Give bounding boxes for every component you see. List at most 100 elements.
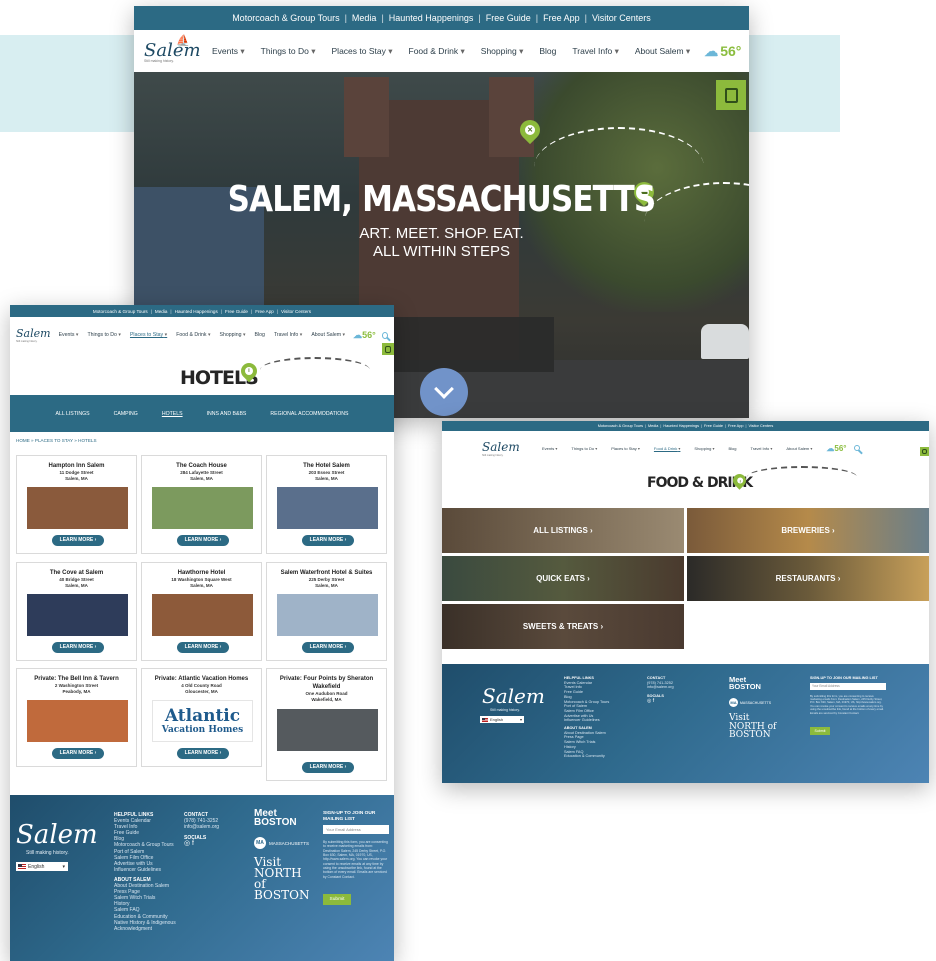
hotel-card[interactable]: Hawthorne Hotel 18 Washington Square West… — [141, 562, 262, 661]
meet-boston-logo[interactable]: Meet BOSTON — [729, 676, 779, 691]
top-link[interactable]: Free App — [728, 424, 743, 428]
hotel-photo[interactable] — [152, 487, 253, 529]
nav-food-drink[interactable]: Food & Drink ▾ — [176, 332, 210, 338]
subnav-camping[interactable]: CAMPING — [114, 411, 138, 417]
subnav-regional[interactable]: REGIONAL ACCOMMODATIONS — [270, 411, 348, 417]
massachusetts-logo[interactable]: MA MASSACHUSETTS — [729, 698, 771, 707]
hotel-name[interactable]: Hampton Inn Salem — [17, 462, 136, 470]
top-link[interactable]: Free App — [255, 309, 274, 314]
footer-link[interactable]: Native History & Indigenous — [114, 920, 176, 926]
hotel-card[interactable]: The Cove at Salem 40 Bridge Street Salem, … — [16, 562, 137, 661]
top-link[interactable]: Media — [352, 13, 377, 23]
footer-link[interactable]: Education & Community — [114, 914, 176, 920]
nav-about-salem[interactable]: About Salem ▾ — [311, 332, 345, 338]
tile-quick-eats[interactable]: QUICK EATS › — [442, 556, 684, 601]
nav-blog[interactable]: Blog — [255, 332, 265, 338]
footer-logo[interactable]: Salem Still making history. — [16, 820, 98, 856]
social-icons[interactable]: ◎ f — [184, 840, 219, 847]
visit-north-of-boston-logo[interactable]: Visit NORTH of BOSTON — [729, 714, 779, 740]
nav-food-drink[interactable]: Food & Drink ▾ — [409, 46, 465, 57]
hotel-name[interactable]: Private: Four Points by Sheraton Wakefie… — [267, 675, 386, 691]
tile-all-listings[interactable]: ALL LISTINGS › — [442, 508, 684, 553]
top-link[interactable]: Media — [155, 309, 168, 314]
nav-places-to-stay[interactable]: Places to Stay ▾ — [332, 46, 393, 57]
top-link[interactable]: Media — [648, 424, 658, 428]
learn-more-button[interactable]: LEARN MORE › — [52, 642, 104, 653]
nav-food-drink[interactable]: Food & Drink ▾ — [654, 446, 680, 451]
nav-travel-info[interactable]: Travel Info ▾ — [750, 446, 772, 451]
hotel-name[interactable]: Salem Waterfront Hotel & Suites — [267, 569, 386, 577]
nav-travel-info[interactable]: Travel Info ▾ — [274, 332, 302, 338]
language-select[interactable]: English ▾ — [16, 862, 68, 871]
learn-more-button[interactable]: LEARN MORE › — [302, 642, 354, 653]
hotel-name[interactable]: Hawthorne Hotel — [142, 569, 261, 577]
social-icons[interactable]: ◎ f — [647, 698, 674, 704]
hotel-photo[interactable] — [277, 487, 378, 529]
learn-more-button[interactable]: LEARN MORE › — [302, 762, 354, 773]
nav-events[interactable]: Events ▾ — [59, 332, 79, 338]
nav-blog[interactable]: Blog — [728, 446, 736, 451]
tile-breweries[interactable]: BREWERIES › — [687, 508, 929, 553]
footer-link[interactable]: Acknowledgment — [114, 926, 176, 932]
guide-icon[interactable] — [382, 343, 394, 355]
learn-more-button[interactable]: LEARN MORE › — [177, 642, 229, 653]
subnav-inns[interactable]: INNS AND B&BS — [207, 411, 247, 417]
guide-icon[interactable] — [920, 447, 929, 456]
salem-logo[interactable]: Salem ⛵ Still making history. — [144, 34, 201, 63]
hotel-card[interactable]: Private: The Bell Inn & Tavern 2 Washingt… — [16, 668, 137, 767]
subnav-all-listings[interactable]: ALL LISTINGS — [55, 411, 89, 417]
email-link[interactable]: info@salem.org — [184, 824, 219, 830]
visit-north-of-boston-logo[interactable]: Visit NORTH of BOSTON — [254, 856, 314, 901]
nav-things-to-do[interactable]: Things to Do ▾ — [571, 446, 597, 451]
massachusetts-logo[interactable]: MA MASSACHUSETTS — [254, 837, 309, 849]
nav-events[interactable]: Events ▾ — [212, 46, 245, 57]
nav-about-salem[interactable]: About Salem ▾ — [635, 46, 690, 57]
learn-more-button[interactable]: LEARN MORE › — [302, 535, 354, 546]
scroll-down-button[interactable] — [420, 368, 468, 416]
hotel-photo[interactable] — [277, 594, 378, 636]
nav-places-to-stay[interactable]: Places to Stay ▾ — [130, 332, 167, 338]
hotel-photo[interactable] — [27, 594, 128, 636]
footer-link[interactable]: Motorcoach & Group Tours — [114, 842, 176, 848]
hotel-name[interactable]: Private: Atlantic Vacation Homes — [142, 675, 261, 683]
submit-button[interactable]: Submit — [810, 726, 830, 735]
top-link[interactable]: Motorcoach & Group Tours — [232, 13, 339, 23]
nav-about-salem[interactable]: About Salem ▾ — [786, 446, 812, 451]
nav-shopping[interactable]: Shopping ▾ — [220, 332, 246, 338]
hotel-photo[interactable] — [27, 700, 128, 742]
nav-travel-info[interactable]: Travel Info ▾ — [572, 46, 619, 57]
nav-shopping[interactable]: Shopping ▾ — [694, 446, 714, 451]
hotel-photo[interactable] — [152, 594, 253, 636]
footer-link[interactable]: Education & Community — [564, 754, 609, 759]
submit-button[interactable]: Submit — [323, 893, 351, 905]
top-link[interactable]: Visitor Centers — [748, 424, 773, 428]
guide-icon[interactable] — [716, 80, 746, 110]
nav-blog[interactable]: Blog — [539, 46, 556, 56]
top-link[interactable]: Visitor Centers — [592, 13, 651, 23]
email-link[interactable]: info@salem.org — [647, 685, 674, 690]
hotel-card[interactable]: Salem Waterfront Hotel & Suites 225 Derby… — [266, 562, 387, 661]
nav-events[interactable]: Events ▾ — [542, 446, 557, 451]
learn-more-button[interactable]: LEARN MORE › — [177, 535, 229, 546]
hotel-card[interactable]: Private: Atlantic Vacation Homes 4 Old Co… — [141, 668, 262, 767]
hotel-card[interactable]: Private: Four Points by Sheraton Wakefie… — [266, 668, 387, 781]
footer-link[interactable]: Influencer Guidelines — [564, 718, 609, 723]
learn-more-button[interactable]: LEARN MORE › — [177, 748, 229, 759]
nav-things-to-do[interactable]: Things to Do ▾ — [87, 332, 120, 338]
nav-things-to-do[interactable]: Things to Do ▾ — [261, 46, 316, 57]
top-link[interactable]: Free Guide — [486, 13, 531, 23]
breadcrumb[interactable]: HOME » PLACES TO STAY » HOTELS — [16, 438, 97, 443]
salem-logo[interactable]: Salem Still making history. — [16, 327, 51, 343]
hotel-name[interactable]: The Coach House — [142, 462, 261, 470]
language-select[interactable]: English ▾ — [480, 716, 524, 723]
top-link[interactable]: Free Guide — [704, 424, 723, 428]
learn-more-button[interactable]: LEARN MORE › — [52, 535, 104, 546]
top-link[interactable]: Haunted Happenings — [663, 424, 699, 428]
meet-boston-logo[interactable]: Meet BOSTON — [254, 809, 316, 828]
footer-link[interactable]: Influencer Guidelines — [114, 867, 176, 873]
top-link[interactable]: Free Guide — [225, 309, 248, 314]
top-link[interactable]: Haunted Happenings — [389, 13, 474, 23]
top-link[interactable]: Motorcoach & Group Tours — [93, 309, 148, 314]
hotel-card[interactable]: The Coach House 284 Lafayette Street Salem… — [141, 455, 262, 554]
hotel-photo[interactable] — [27, 487, 128, 529]
